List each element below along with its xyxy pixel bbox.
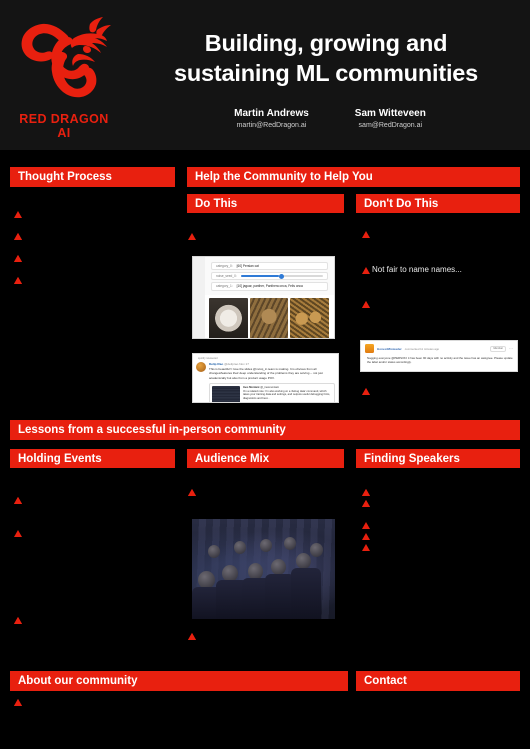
section-header-dont-do-this: Don't Do This (356, 194, 520, 213)
colab-row-noise-seed[interactable]: noise_seed_0: (211, 271, 328, 281)
member-badge: Member (490, 345, 506, 352)
author-martin: Martin Andrews martin@RedDragon.ai (234, 107, 309, 131)
bullet-spacer (14, 505, 179, 516)
bullet-spacer (14, 252, 179, 263)
section-header-do-this: Do This (187, 194, 344, 213)
section-header-about-community: About our community (10, 671, 348, 691)
colab-row-label: category_1: (216, 284, 233, 289)
bullet-spacer (14, 219, 179, 230)
avatar (196, 362, 206, 372)
github-username[interactable]: HonestMisleader (377, 347, 402, 351)
github-comment-header: HonestMisleader commented 11 minutes ago… (365, 344, 513, 353)
section-header-thought-process: Thought Process (10, 167, 175, 187)
bullet-list-dont-note: Not fair to name names... (362, 264, 522, 275)
bullet-spacer (362, 486, 522, 497)
bullet-spacer (362, 497, 522, 508)
quoted-author-name: Ines Montani (243, 385, 260, 389)
tweet-quoted-post[interactable]: Ines Montani @_inesmontani On a related … (209, 382, 335, 402)
more-options-icon[interactable]: ⋯ (509, 346, 513, 351)
colab-row-value: [10] jaguar, panther, Panthera onca, Fel… (236, 284, 303, 289)
github-comment-screenshot[interactable]: HonestMisleader commented 11 minutes ago… (360, 340, 518, 372)
page-title: Building, growing and sustaining ML comm… (128, 28, 524, 88)
colab-row-category-1[interactable]: category_1: [10] jaguar, panther, Panthe… (211, 281, 328, 291)
section-header-lessons: Lessons from a successful in-person comm… (10, 420, 520, 440)
bullet-spacer (14, 208, 179, 219)
bullet-list-finding-speakers (362, 486, 522, 551)
author-name: Martin Andrews (234, 108, 309, 119)
github-comment-meta: commented 11 minutes ago (404, 346, 440, 351)
noise-seed-slider[interactable] (240, 273, 323, 279)
quoted-post-text-block: Ines Montani @_inesmontani On a related … (243, 385, 332, 402)
jaguar-cat-image (290, 298, 330, 338)
colab-row-label: noise_seed_0: (216, 274, 237, 279)
colab-row-category-0[interactable]: category_0: [60] Persian cat (211, 261, 328, 271)
tweet-author-line: Delip Rao @deliprao Nov 17 (209, 362, 335, 366)
colab-gutter (193, 257, 205, 338)
dragon-logo-icon (21, 17, 111, 98)
quoted-post-image (212, 385, 240, 402)
retweet-label: spotify retweeted (198, 357, 218, 360)
colab-row-value: [60] Persian cat (236, 263, 259, 268)
title-line-2: sustaining ML communities (173, 60, 479, 86)
bullet-spacer (14, 263, 179, 274)
ocelot-cat-image (249, 298, 289, 338)
section-header-help-community: Help the Community to Help You (187, 167, 520, 187)
bullet-item: Not fair to name names... (362, 264, 522, 275)
section-header-audience-mix: Audience Mix (187, 449, 344, 468)
bullet-spacer (362, 519, 522, 530)
tweet-body: Delip Rao @deliprao Nov 17 This is beaut… (196, 362, 335, 402)
tweet-text: This is beautiful! I love the slides @mc… (209, 367, 323, 380)
bullet-spacer (14, 494, 179, 505)
author-name: Sam Witteveen (354, 108, 426, 119)
tweet-date: Nov 17 (239, 362, 249, 366)
colab-toolbar: category_0: [60] Persian cat noise_seed_… (193, 257, 334, 296)
bullet-spacer (14, 230, 179, 241)
colab-output-images (193, 295, 334, 338)
section-header-finding-speakers: Finding Speakers (356, 449, 520, 468)
logo-wordmark: RED DRAGON AI (19, 112, 109, 140)
github-comment-body: Nagging everyone @PERSON: it has been 90… (367, 356, 513, 365)
colab-notebook-screenshot[interactable]: category_0: [60] Persian cat noise_seed_… (192, 256, 335, 339)
slider-knob[interactable] (278, 273, 284, 279)
author-list: Martin Andrews martin@RedDragon.ai Sam W… (150, 107, 510, 131)
audience-silhouettes (192, 519, 335, 619)
author-email: sam@RedDragon.ai (358, 122, 423, 129)
avatar (365, 344, 374, 353)
quoted-author-handle: @_inesmontani (260, 385, 279, 389)
bullet-spacer (362, 530, 522, 541)
slide-header: RED DRAGON AI Building, growing and sust… (0, 0, 530, 150)
author-sam: Sam Witteveen sam@RedDragon.ai (355, 107, 426, 131)
slide-root: RED DRAGON AI Building, growing and sust… (0, 0, 530, 749)
tweet-main: Delip Rao @deliprao Nov 17 This is beaut… (209, 362, 335, 402)
brand-logo: RED DRAGON AI (12, 16, 116, 140)
bullet-list-thought-process (14, 208, 179, 284)
bullet-spacer (362, 508, 522, 519)
bullet-spacer (14, 241, 179, 252)
tweet-author-name[interactable]: Delip Rao (209, 362, 223, 366)
tweet-handle: @deliprao (224, 362, 239, 366)
quoted-post-body: On a related note: I'm also working on a… (243, 389, 331, 401)
twitter-post-screenshot[interactable]: spotify retweeted Delip Rao @deliprao No… (192, 353, 339, 403)
author-email: martin@RedDragon.ai (236, 122, 307, 129)
bullet-list-holding-events (14, 494, 179, 537)
title-line-1: Building, growing and (204, 30, 448, 56)
github-comment-actions: Member ⋯ (490, 345, 513, 352)
conference-audience-photo (192, 519, 335, 619)
colab-row-label: category_0: (216, 263, 233, 268)
section-header-contact: Contact (356, 671, 520, 691)
bullet-spacer (14, 516, 179, 527)
section-header-holding-events: Holding Events (10, 449, 175, 468)
persian-cat-image (209, 298, 248, 338)
